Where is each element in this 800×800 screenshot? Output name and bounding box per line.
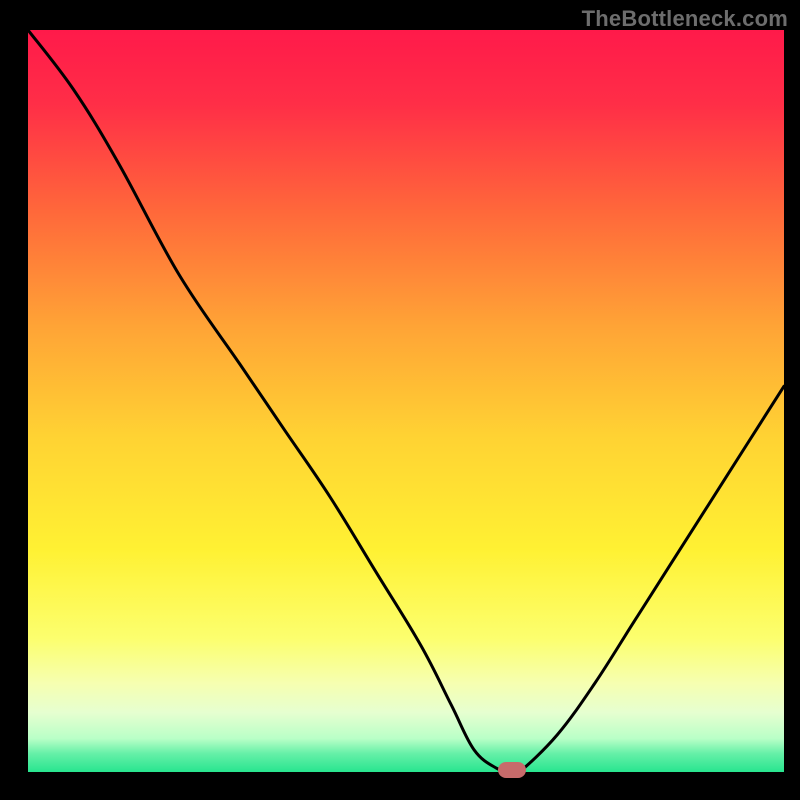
plot-svg bbox=[28, 30, 784, 772]
optimal-marker bbox=[498, 762, 526, 778]
chart-frame: TheBottleneck.com bbox=[0, 0, 800, 800]
watermark-text: TheBottleneck.com bbox=[582, 6, 788, 32]
gradient-background bbox=[28, 30, 784, 772]
plot-area bbox=[28, 30, 784, 772]
